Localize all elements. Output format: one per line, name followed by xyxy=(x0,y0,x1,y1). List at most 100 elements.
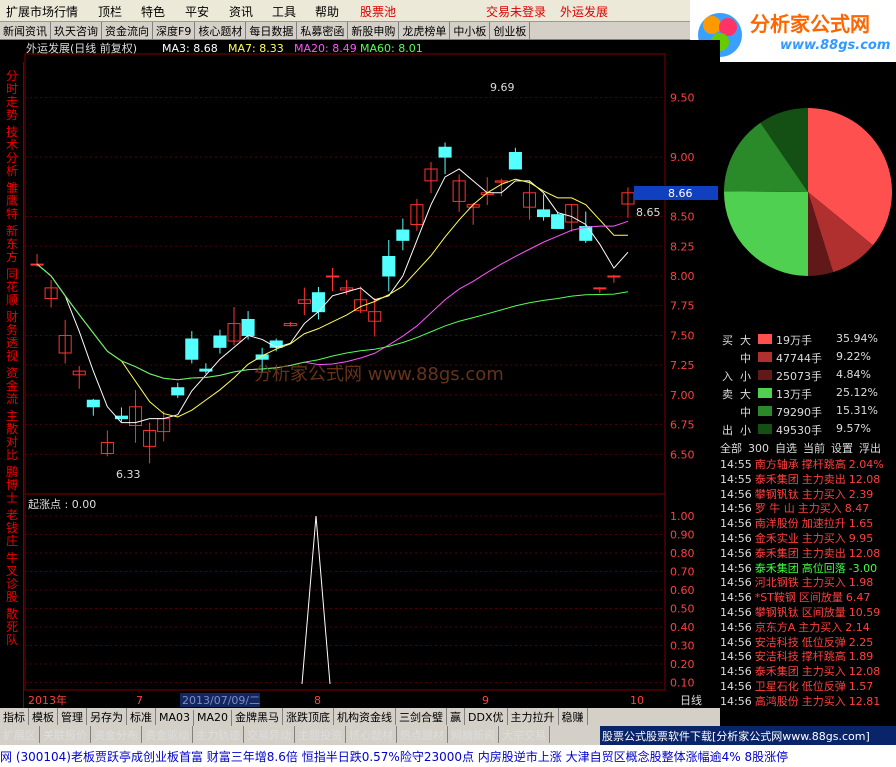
feed-row[interactable]: 14:56 卫星石化 低位反弹 1.57 xyxy=(720,678,896,693)
sidebar-item-6[interactable]: 资金流 xyxy=(4,367,20,406)
sidebar-item-2[interactable]: 雏鹰特 xyxy=(4,182,20,221)
feed-row[interactable]: 14:56 安洁科技 撑杆跳高 1.89 xyxy=(720,648,896,663)
indicator-tab-11[interactable]: 赢 xyxy=(447,708,466,725)
sidebar-item-7[interactable]: 主散对比 xyxy=(4,410,20,462)
module-tab-10[interactable]: 大宗交易 xyxy=(499,726,550,743)
indicator-tab-13[interactable]: 主力拉升 xyxy=(508,708,559,725)
indicator-tab-2[interactable]: 管理 xyxy=(58,708,87,725)
indicator-tab-0[interactable]: 指标 xyxy=(0,708,29,725)
module-tab-4[interactable]: 主力轨迹 xyxy=(193,726,244,743)
feed-row[interactable]: 14:55 泰禾集团 主力卖出 12.08 xyxy=(720,471,896,486)
toolbar-item-1[interactable]: 玖天咨询 xyxy=(51,22,102,39)
candle-body xyxy=(607,275,621,278)
feed-row[interactable]: 14:56 攀钢钒钛 主力买入 2.39 xyxy=(720,486,896,501)
feed-row[interactable]: 14:55 南方轴承 撑杆跳高 2.04% xyxy=(720,456,896,471)
menu-item-news[interactable]: 资讯 xyxy=(229,3,253,20)
ad-banner[interactable]: 股票公式股票软件下载[分析家公式网www.88gs.com] xyxy=(600,726,896,745)
toolbar-item-5[interactable]: 每日数据 xyxy=(246,22,298,39)
menu-item-tools[interactable]: 工具 xyxy=(272,3,296,20)
feed-row[interactable]: 14:56 泰禾集团 高位回落 -3.00 xyxy=(720,560,896,575)
module-tab-9[interactable]: 网摘新闻 xyxy=(448,726,499,743)
feed-row[interactable]: 14:56 京东方A 主力买入 2.14 xyxy=(720,619,896,634)
feed-row[interactable]: 14:56 攀钢钒钛 区间放量 10.59 xyxy=(720,604,896,619)
stock-pool-button[interactable]: 股票池 xyxy=(360,3,396,20)
feed-row[interactable]: 14:56 安洁科技 低位反弹 2.25 xyxy=(720,634,896,649)
period-label[interactable]: 日线 xyxy=(680,693,702,707)
feed-tab-4[interactable]: 设置 xyxy=(831,442,853,455)
feed-cell: 2.25 xyxy=(848,635,874,649)
module-tab-7[interactable]: 核心题材 xyxy=(346,726,397,743)
indicator-tab-8[interactable]: 涨跌顶底 xyxy=(283,708,335,725)
feed-cell: 主力卖出 xyxy=(801,472,846,486)
indicator-tab-3[interactable]: 另存为 xyxy=(87,708,127,725)
indicator-tab-6[interactable]: MA20 xyxy=(194,710,233,726)
toolbar-item-8[interactable]: 龙虎榜单 xyxy=(399,22,451,39)
indicator-tab-12[interactable]: DDX优 xyxy=(465,708,508,725)
menu-item-ext[interactable]: 扩展市场行情 xyxy=(6,3,78,20)
module-tab-5[interactable]: 交易异动 xyxy=(244,726,295,743)
feed-tab-5[interactable]: 浮出 xyxy=(859,442,881,455)
indicator-tab-4[interactable]: 标准 xyxy=(127,708,156,725)
indicator-tab-1[interactable]: 模板 xyxy=(29,708,58,725)
news-ticker[interactable]: 网 (300104)老板贾跃亭成创业板首富 财富三年增8.6倍 恒指半日跌0.5… xyxy=(0,745,896,767)
date-label: 10 xyxy=(630,694,644,707)
feed-row[interactable]: 14:56 罗 牛 山主力买入 8.47 xyxy=(720,500,896,515)
module-tab-3[interactable]: 资金驱动 xyxy=(142,726,193,743)
sidebar-item-5[interactable]: 财务透视 xyxy=(4,311,20,363)
candle-body xyxy=(325,275,340,278)
feed-row[interactable]: 14:56 *ST鞍钢 区间放量 6.47 xyxy=(720,589,896,604)
pie-slice xyxy=(724,191,808,276)
menu-item-pingan[interactable]: 平安 xyxy=(185,3,209,20)
feed-tab-3[interactable]: 当前 xyxy=(803,442,825,455)
flow-buy_label: 买 xyxy=(722,334,733,347)
sidebar-item-8[interactable]: 鹏博士 xyxy=(4,466,20,505)
feed-tab-1[interactable]: 300 xyxy=(748,442,769,455)
toolbar-item-6[interactable]: 私募密函 xyxy=(297,22,349,39)
feed-row[interactable]: 14:56 泰禾集团 主力卖出 12.08 xyxy=(720,545,896,560)
indicator-tab-10[interactable]: 三剑合璧 xyxy=(396,708,448,725)
feed-tab-2[interactable]: 自选 xyxy=(775,442,797,455)
menu-item-special[interactable]: 特色 xyxy=(141,3,165,20)
sidebar-item-4[interactable]: 同花顺 xyxy=(4,268,20,307)
module-tab-8[interactable]: 热点题材 xyxy=(397,726,448,743)
sidebar-item-3[interactable]: 新东方 xyxy=(4,225,20,264)
menu-item-help[interactable]: 帮助 xyxy=(315,3,339,20)
sidebar-item-0[interactable]: 分时走势 xyxy=(4,70,20,122)
sidebar-item-10[interactable]: 牛叉诊股 xyxy=(4,552,20,604)
module-tab-6[interactable]: 主题投资 xyxy=(295,726,346,743)
toolbar-item-9[interactable]: 中小板 xyxy=(450,22,491,39)
flow-size: 中 xyxy=(740,406,751,419)
toolbar-item-0[interactable]: 新闻资讯 xyxy=(0,22,51,39)
feed-row[interactable]: 14:56 金禾实业 主力买入 9.95 xyxy=(720,530,896,545)
price-tick: 9.50 xyxy=(670,92,695,105)
feed-cell: 攀钢钒钛 xyxy=(754,487,799,501)
kline-chart[interactable]: 外运发展(日线 前复权) MA3: 8.68 MA7: 8.33 MA20: 8.49… xyxy=(24,40,720,710)
feed-cell: 2.04% xyxy=(848,458,884,471)
module-tab-1[interactable]: 关联报价 xyxy=(40,726,91,743)
menu-item-top[interactable]: 顶栏 xyxy=(98,3,122,20)
feed-cell: 京东方A xyxy=(754,620,796,634)
indicator-tab-7[interactable]: 金牌黑马 xyxy=(232,708,284,725)
module-tab-0[interactable]: 扩展区 xyxy=(0,726,40,743)
sidebar-item-1[interactable]: 技术分析 xyxy=(4,126,20,178)
price-tick: 7.75 xyxy=(670,300,695,313)
module-tab-2[interactable]: 资金分布 xyxy=(91,726,142,743)
toolbar-item-3[interactable]: 深度F9 xyxy=(153,22,196,39)
indicator-tab-14[interactable]: 稳赚 xyxy=(559,708,588,725)
toolbar-item-7[interactable]: 新股申购 xyxy=(348,22,400,39)
feed-row[interactable]: 14:56 高鸿股份 主力买入 12.81 xyxy=(720,693,896,708)
toolbar-item-4[interactable]: 核心题材 xyxy=(195,22,247,39)
sidebar-item-9[interactable]: 老钱庄 xyxy=(4,509,20,548)
feed-tab-0[interactable]: 全部 xyxy=(720,442,742,455)
toolbar-item-10[interactable]: 创业板 xyxy=(490,22,531,39)
indicator-tab-9[interactable]: 机构资金线 xyxy=(334,708,397,725)
indicator-tab-5[interactable]: MA03 xyxy=(156,710,195,726)
feed-row[interactable]: 14:56 南洋股份 加速拉升 1.65 xyxy=(720,515,896,530)
feed-row[interactable]: 14:56 泰禾集团 主力买入 12.08 xyxy=(720,663,896,678)
toolbar-item-2[interactable]: 资金流向 xyxy=(102,22,153,39)
trade-status[interactable]: 交易未登录 xyxy=(486,3,546,20)
feed-row[interactable]: 14:56 河北钢铁 主力买入 1.98 xyxy=(720,574,896,589)
feed-cell: -3.00 xyxy=(848,561,878,575)
sidebar-item-11[interactable]: 散死队 xyxy=(4,608,20,647)
feed-cell: 1.57 xyxy=(848,679,874,693)
